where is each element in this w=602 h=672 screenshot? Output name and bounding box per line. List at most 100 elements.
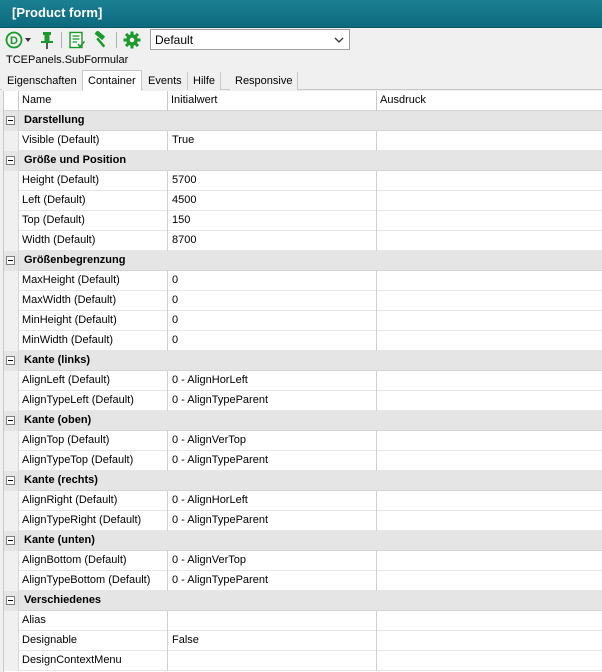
property-value[interactable] — [168, 651, 377, 671]
property-row[interactable]: Top (Default) 150 — [4, 211, 602, 231]
category-row[interactable]: Verschiedenes — [4, 591, 602, 611]
property-row[interactable]: AlignTypeTop (Default) 0 - AlignTypeParen… — [4, 451, 602, 471]
list-icon[interactable] — [67, 31, 87, 49]
property-value[interactable]: 0 — [168, 291, 377, 311]
pin-icon[interactable] — [38, 31, 56, 49]
property-expression[interactable] — [377, 311, 602, 331]
tab-hilfe[interactable]: Hilfe — [188, 72, 222, 90]
collapse-icon[interactable] — [6, 256, 15, 265]
column-header-ausdruck[interactable]: Ausdruck — [377, 91, 602, 111]
property-row[interactable]: MaxWidth (Default) 0 — [4, 291, 602, 311]
property-row[interactable]: AlignTypeRight (Default) 0 - AlignTypePar… — [4, 511, 602, 531]
property-value[interactable]: 0 — [168, 331, 377, 351]
category-row[interactable]: Größenbegrenzung — [4, 251, 602, 271]
property-expression[interactable] — [377, 391, 602, 411]
hammer-icon[interactable] — [91, 31, 111, 49]
property-value[interactable]: 0 - AlignHorLeft — [168, 371, 377, 391]
property-value[interactable]: 0 - AlignVerTop — [168, 431, 377, 451]
property-value[interactable]: 0 - AlignHorLeft — [168, 491, 377, 511]
property-row[interactable]: MinHeight (Default) 0 — [4, 311, 602, 331]
property-value[interactable]: False — [168, 631, 377, 651]
tab-responsive[interactable]: Responsive — [230, 72, 299, 90]
column-header-name[interactable]: Name — [19, 91, 168, 111]
property-expression[interactable] — [377, 611, 602, 631]
property-expression[interactable] — [377, 191, 602, 211]
row-gutter — [4, 311, 19, 331]
property-row[interactable]: Alias — [4, 611, 602, 631]
circle-d-icon[interactable]: D — [5, 31, 35, 49]
category-row[interactable]: Kante (rechts) — [4, 471, 602, 491]
property-expression[interactable] — [377, 231, 602, 251]
property-name: AlignTop (Default) — [19, 431, 168, 451]
property-expression[interactable] — [377, 211, 602, 231]
row-gutter — [4, 631, 19, 651]
window-titlebar: [Product form] — [0, 0, 602, 28]
property-row[interactable]: MinWidth (Default) 0 — [4, 331, 602, 351]
collapse-icon[interactable] — [6, 356, 15, 365]
property-expression[interactable] — [377, 631, 602, 651]
property-expression[interactable] — [377, 271, 602, 291]
property-row[interactable]: AlignTypeLeft (Default) 0 - AlignTypePare… — [4, 391, 602, 411]
collapse-icon[interactable] — [6, 476, 15, 485]
property-name: DesignContextMenu — [19, 651, 168, 671]
row-gutter — [4, 331, 19, 351]
tab-eigenschaften[interactable]: Eigenschaften — [2, 72, 83, 90]
tab-events[interactable]: Events — [143, 72, 188, 90]
category-row[interactable]: Darstellung — [4, 111, 602, 131]
property-expression[interactable] — [377, 131, 602, 151]
collapse-icon[interactable] — [6, 536, 15, 545]
property-row[interactable]: Visible (Default) True — [4, 131, 602, 151]
property-expression[interactable] — [377, 451, 602, 471]
property-expression[interactable] — [377, 331, 602, 351]
property-value[interactable]: 0 — [168, 271, 377, 291]
property-row[interactable]: AlignBottom (Default) 0 - AlignVerTop — [4, 551, 602, 571]
category-row[interactable]: Größe und Position — [4, 151, 602, 171]
property-value[interactable]: 0 - AlignVerTop — [168, 551, 377, 571]
category-row[interactable]: Kante (oben) — [4, 411, 602, 431]
view-select[interactable]: Default — [150, 29, 350, 50]
property-value[interactable]: 4500 — [168, 191, 377, 211]
property-name: AlignRight (Default) — [19, 491, 168, 511]
property-value[interactable]: 5700 — [168, 171, 377, 191]
property-row[interactable]: DesignContextMenu — [4, 651, 602, 671]
property-expression[interactable] — [377, 431, 602, 451]
property-row[interactable]: AlignTop (Default) 0 - AlignVerTop — [4, 431, 602, 451]
property-row[interactable]: Designable False — [4, 631, 602, 651]
property-row[interactable]: AlignTypeBottom (Default) 0 - AlignTypePa… — [4, 571, 602, 591]
row-gutter — [4, 571, 19, 591]
property-value[interactable]: 0 - AlignTypeParent — [168, 571, 377, 591]
property-value[interactable]: 0 - AlignTypeParent — [168, 511, 377, 531]
category-row[interactable]: Kante (links) — [4, 351, 602, 371]
column-header-initialwert[interactable]: Initialwert — [168, 91, 377, 111]
property-value[interactable]: 0 - AlignTypeParent — [168, 391, 377, 411]
collapse-icon[interactable] — [6, 596, 15, 605]
property-row[interactable]: AlignLeft (Default) 0 - AlignHorLeft — [4, 371, 602, 391]
property-row[interactable]: AlignRight (Default) 0 - AlignHorLeft — [4, 491, 602, 511]
collapse-icon[interactable] — [6, 156, 15, 165]
property-value[interactable]: 8700 — [168, 231, 377, 251]
property-value[interactable]: 0 - AlignTypeParent — [168, 451, 377, 471]
property-expression[interactable] — [377, 571, 602, 591]
property-expression[interactable] — [377, 511, 602, 531]
property-expression[interactable] — [377, 491, 602, 511]
property-value[interactable]: True — [168, 131, 377, 151]
category-row[interactable]: Kante (unten) — [4, 531, 602, 551]
property-row[interactable]: Left (Default) 4500 — [4, 191, 602, 211]
property-value[interactable]: 0 — [168, 311, 377, 331]
property-expression[interactable] — [377, 371, 602, 391]
property-grid: Name Initialwert Ausdruck Darstellung Vis… — [3, 91, 602, 672]
tab-container[interactable]: Container — [82, 70, 142, 91]
collapse-icon[interactable] — [6, 416, 15, 425]
property-value[interactable] — [168, 611, 377, 631]
property-expression[interactable] — [377, 651, 602, 671]
property-row[interactable]: Width (Default) 8700 — [4, 231, 602, 251]
view-select-value: Default — [155, 33, 194, 47]
gear-icon[interactable] — [122, 31, 142, 49]
property-row[interactable]: Height (Default) 5700 — [4, 171, 602, 191]
property-expression[interactable] — [377, 291, 602, 311]
property-row[interactable]: MaxHeight (Default) 0 — [4, 271, 602, 291]
property-expression[interactable] — [377, 171, 602, 191]
collapse-icon[interactable] — [6, 116, 15, 125]
property-expression[interactable] — [377, 551, 602, 571]
property-value[interactable]: 150 — [168, 211, 377, 231]
